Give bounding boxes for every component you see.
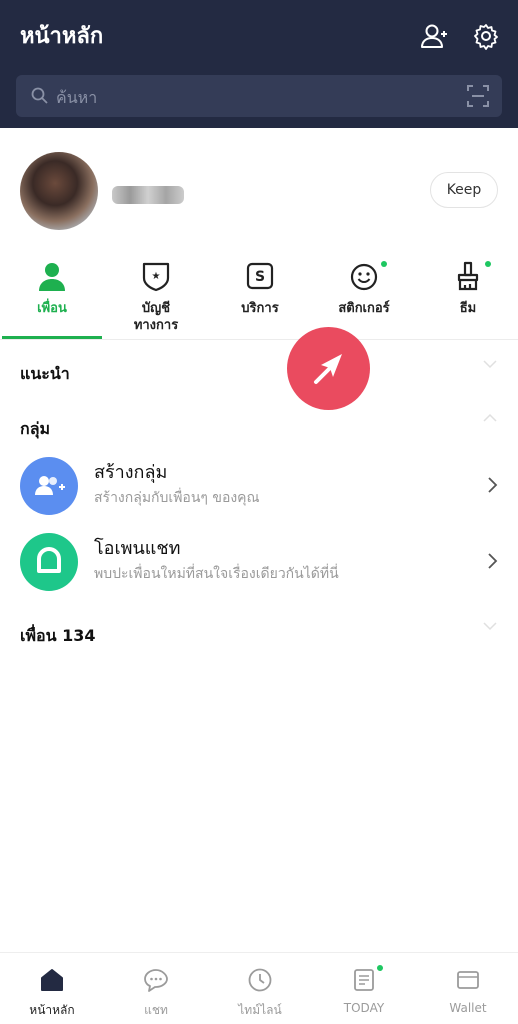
- openchat-icon: [20, 533, 78, 591]
- nav-home[interactable]: หน้าหลัก: [0, 953, 104, 1024]
- tab-label: บัญชี ทางการ: [133, 301, 179, 333]
- tab-label: บริการ: [241, 301, 279, 316]
- avatar[interactable]: [20, 152, 98, 230]
- chat-icon: [144, 969, 168, 992]
- person-add-icon[interactable]: [420, 22, 448, 50]
- floating-cursor-button[interactable]: [287, 327, 370, 410]
- nav-chat[interactable]: แชท: [104, 953, 208, 1024]
- gear-icon[interactable]: [472, 22, 500, 50]
- profile-section[interactable]: Keep: [0, 128, 518, 238]
- list-item-subtitle: สร้างกลุ่มกับเพื่อนๆ ของคุณ: [94, 490, 260, 506]
- nav-label: หน้าหลัก: [29, 1003, 75, 1017]
- list-item-title: สร้างกลุ่ม: [94, 462, 168, 483]
- chevron-up-icon[interactable]: [482, 410, 498, 426]
- new-badge-dot: [485, 261, 491, 267]
- create-group-icon: [20, 457, 78, 515]
- chevron-down-icon[interactable]: [482, 356, 498, 372]
- svg-text:S: S: [255, 269, 265, 285]
- nav-timeline[interactable]: ไทม์ไลน์: [208, 953, 312, 1024]
- profile-name-blurred: [112, 186, 184, 204]
- smiley-icon: [350, 263, 378, 291]
- search-input[interactable]: ค้นหา: [16, 75, 502, 117]
- section-groups-title[interactable]: กลุ่ม: [20, 417, 50, 442]
- list-item-openchat[interactable]: โอเพนแชท พบปะเพื่อนใหม่ที่สนใจเรื่องเดีย…: [0, 525, 518, 601]
- service-tabs: เพื่อน ★ บัญชี ทางการ S บริการ สติกเกอร์: [0, 248, 518, 340]
- tab-services[interactable]: S บริการ: [208, 248, 312, 340]
- page-title: หน้าหลัก: [20, 24, 104, 49]
- list-item-subtitle: พบปะเพื่อนใหม่ที่สนใจเรื่องเดียวกันได้ที…: [94, 566, 339, 582]
- arrow-pointer-icon: [314, 354, 342, 384]
- scan-icon[interactable]: [466, 84, 490, 108]
- new-badge-dot: [381, 261, 387, 267]
- bottom-navigation: หน้าหลัก แชท ไทม์ไลน์ TODAY Wallet: [0, 952, 518, 1024]
- tab-label: เพื่อน: [37, 301, 67, 316]
- list-item-title: โอเพนแชท: [94, 538, 181, 559]
- person-icon: [39, 263, 65, 291]
- header: หน้าหลัก ค้นหา: [0, 0, 518, 128]
- section-friends-title[interactable]: เพื่อน 134: [20, 624, 96, 649]
- brush-icon: [457, 261, 479, 291]
- tab-official-accounts[interactable]: ★ บัญชี ทางการ: [104, 248, 208, 340]
- list-item-create-group[interactable]: สร้างกลุ่ม สร้างกลุ่มกับเพื่อนๆ ของคุณ: [0, 449, 518, 525]
- section-recommended-title[interactable]: แนะนำ: [20, 362, 70, 387]
- keep-button[interactable]: Keep: [430, 172, 498, 208]
- tab-label: สติกเกอร์: [338, 301, 390, 316]
- nav-label: ไทม์ไลน์: [238, 1003, 282, 1017]
- tab-friends[interactable]: เพื่อน: [0, 248, 104, 340]
- clock-icon: [248, 968, 272, 992]
- new-badge-dot: [377, 965, 383, 971]
- chevron-right-icon: [488, 477, 498, 493]
- chevron-right-icon: [488, 553, 498, 569]
- nav-label: Wallet: [449, 1001, 487, 1015]
- official-shield-icon: ★: [142, 262, 170, 292]
- chevron-down-icon[interactable]: [482, 618, 498, 634]
- nav-label: TODAY: [343, 1001, 385, 1015]
- svg-text:★: ★: [152, 271, 161, 282]
- search-placeholder: ค้นหา: [56, 88, 98, 107]
- nav-today[interactable]: TODAY: [312, 953, 416, 1024]
- active-tab-indicator: [2, 336, 102, 339]
- tab-label: ธีม: [459, 301, 477, 316]
- wallet-icon: [457, 971, 479, 989]
- nav-label: แชท: [144, 1003, 168, 1017]
- nav-wallet[interactable]: Wallet: [416, 953, 518, 1024]
- news-icon: [354, 969, 374, 991]
- tab-themes[interactable]: ธีม: [416, 248, 518, 340]
- home-icon: [41, 969, 63, 991]
- service-s-icon: S: [246, 262, 274, 290]
- search-icon: [31, 87, 48, 104]
